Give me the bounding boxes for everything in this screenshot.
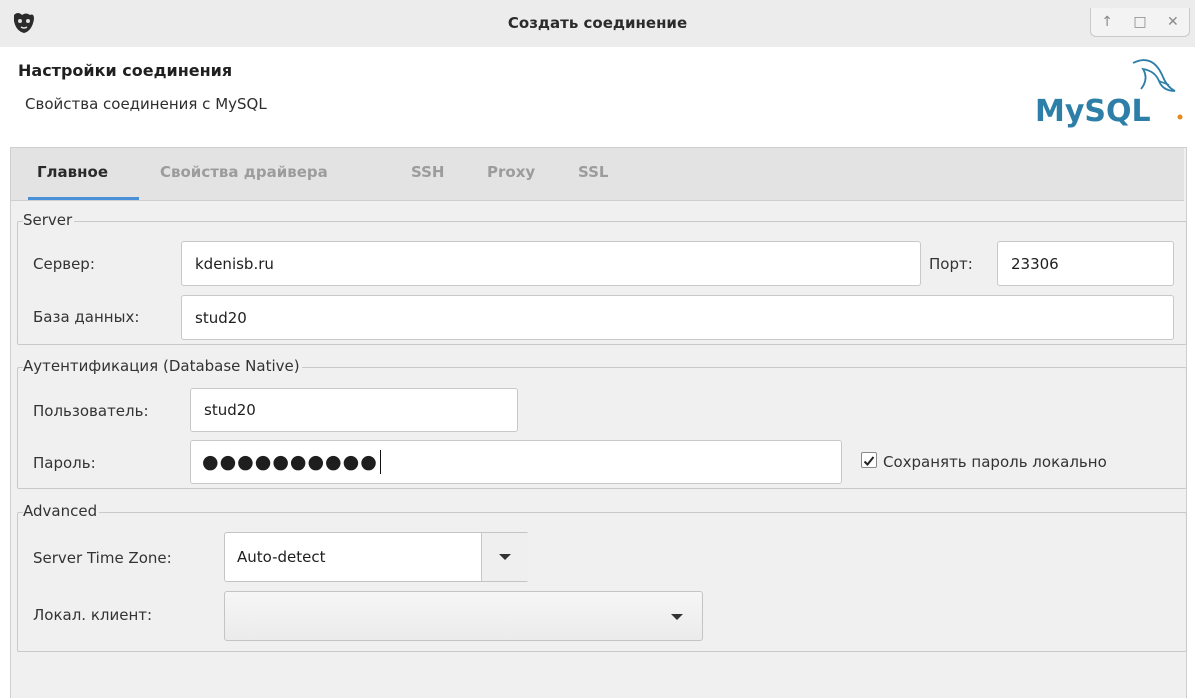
tab-ssh[interactable]: SSH [411,163,445,181]
maximize-up-icon[interactable]: ↑ [1101,14,1113,30]
host-input[interactable]: kdenisb.ru [181,241,921,286]
tab-proxy[interactable]: Proxy [487,163,535,181]
window-title: Создать соединение [507,14,688,32]
port-label: Порт: [929,255,973,273]
save-password-label[interactable]: Сохранять пароль локально [883,453,1107,471]
save-password-checkbox[interactable] [861,452,877,468]
password-input[interactable]: ●●●●●●●●●● [190,440,842,484]
chevron-down-icon [499,554,511,560]
window-controls: ↑ □ ✕ [1090,8,1190,37]
auth-group-legend: Аутентификация (Database Native) [23,357,302,375]
timezone-dropdown-button[interactable] [481,533,529,581]
database-input-value: stud20 [195,308,247,327]
database-label: База данных: [33,308,140,326]
port-input[interactable]: 23306 [997,241,1174,286]
dialog-subtitle: Свойства соединения с MySQL [25,95,267,113]
text-cursor [379,450,381,474]
tab-ssl[interactable]: SSL [578,163,609,181]
database-input[interactable]: stud20 [181,295,1174,340]
chevron-down-icon [671,614,683,620]
password-label: Пароль: [33,454,96,472]
active-tab-indicator [28,197,139,200]
advanced-group-legend: Advanced [23,502,100,520]
host-label: Сервер: [33,255,95,273]
timezone-select-value: Auto-detect [237,548,326,566]
mysql-logo: MySQL [1035,59,1183,129]
timezone-select[interactable]: Auto-detect [224,532,529,582]
server-group-legend: Server [23,211,75,229]
timezone-label: Server Time Zone: [33,549,172,567]
host-input-value: kdenisb.ru [195,254,274,273]
user-label: Пользователь: [33,402,149,420]
user-input[interactable]: stud20 [190,388,518,432]
local-client-select[interactable] [224,591,703,641]
close-icon[interactable]: ✕ [1167,14,1179,30]
port-input-value: 23306 [1011,254,1059,273]
mysql-logo-text: MySQL [1035,94,1151,129]
password-dots: ●●●●●●●●●● [202,451,378,473]
dialog-title: Настройки соединения [18,61,233,80]
user-input-value: stud20 [204,401,256,419]
local-client-label: Локал. клиент: [33,606,153,624]
checkmark-icon [863,456,875,466]
tab-driver-properties[interactable]: Свойства драйвера [160,163,328,181]
restore-icon[interactable]: □ [1133,14,1146,30]
tab-main[interactable]: Главное [37,163,108,181]
